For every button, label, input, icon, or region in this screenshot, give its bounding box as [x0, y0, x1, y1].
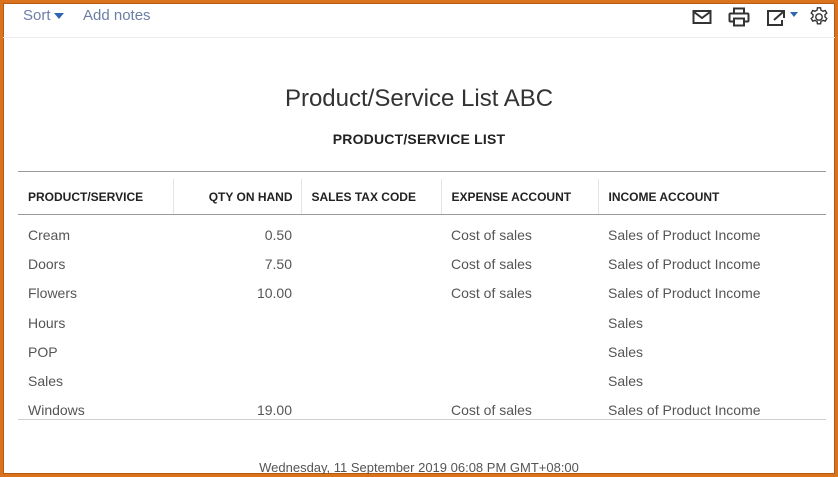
table-row: POP Sales: [18, 337, 826, 366]
expense-account-cell: Cost of sales: [451, 226, 532, 243]
window-frame: Sort Add notes Product/Service List ABC …: [0, 0, 838, 477]
column-header-sales-tax-code[interactable]: SALES TAX CODE: [301, 179, 442, 215]
product-service-table: PRODUCT/SERVICE QTY ON HAND SALES TAX CO…: [18, 179, 826, 425]
report-subtitle: PRODUCT/SERVICE LIST: [332, 131, 506, 147]
product-cell[interactable]: Doors: [18, 249, 173, 278]
expense-account-cell: [441, 308, 598, 337]
add-notes-link[interactable]: Add notes: [83, 7, 151, 24]
chevron-down-icon: [53, 13, 64, 20]
qty-cell: 7.50: [264, 255, 292, 272]
expense-account-cell: Cost of sales: [451, 402, 532, 419]
table-row: Windows 19.00 Cost of sales Sales of Pro…: [18, 396, 826, 425]
product-cell[interactable]: Flowers: [18, 279, 173, 308]
table-row: Doors 7.50 Cost of sales Sales of Produc…: [18, 249, 826, 278]
expense-account-cell: [441, 366, 598, 395]
header-divider: [18, 171, 826, 172]
tax-code-cell: [301, 308, 441, 337]
product-cell[interactable]: Windows: [18, 396, 173, 425]
income-account-cell: Sales of Product Income: [608, 255, 761, 272]
expense-account-cell: [441, 337, 598, 366]
product-cell[interactable]: Sales: [18, 366, 173, 395]
table-row: Flowers 10.00 Cost of sales Sales of Pro…: [18, 279, 826, 308]
table-bottom-divider: [18, 419, 826, 420]
tax-code-cell: [301, 249, 441, 278]
tax-code-cell: [301, 396, 441, 425]
qty-cell: [173, 308, 301, 337]
product-cell[interactable]: Hours: [18, 308, 173, 337]
income-account-cell: Sales: [608, 343, 644, 360]
export-icon[interactable]: [765, 8, 801, 33]
table-header-row: PRODUCT/SERVICE QTY ON HAND SALES TAX CO…: [18, 179, 826, 215]
column-header-expense-account[interactable]: EXPENSE ACCOUNT: [441, 179, 599, 215]
table-row: Sales Sales: [18, 366, 826, 395]
column-header-qty-on-hand[interactable]: QTY ON HAND: [173, 179, 302, 215]
report-toolbar: Sort Add notes: [3, 3, 835, 38]
qty-cell: 0.50: [264, 226, 292, 243]
table-row: Hours Sales: [18, 308, 826, 337]
qty-cell: 10.00: [256, 285, 292, 302]
expense-account-cell: Cost of sales: [451, 285, 532, 302]
mail-icon[interactable]: [692, 9, 712, 30]
income-account-cell: Sales of Product Income: [608, 285, 761, 302]
tax-code-cell: [301, 215, 441, 250]
column-header-income-account[interactable]: INCOME ACCOUNT: [598, 179, 826, 215]
report-title: Product/Service List ABC: [284, 85, 554, 112]
income-account-cell: Sales of Product Income: [608, 226, 761, 243]
tax-code-cell: [301, 366, 441, 395]
income-account-cell: Sales of Product Income: [608, 402, 761, 419]
column-header-product-service[interactable]: PRODUCT/SERVICE: [18, 179, 174, 215]
tax-code-cell: [301, 279, 441, 308]
sort-label: Sort: [23, 7, 51, 24]
income-account-cell: Sales: [608, 314, 644, 331]
expense-account-cell: Cost of sales: [451, 255, 532, 272]
gear-icon[interactable]: [808, 6, 830, 33]
qty-cell: [173, 337, 301, 366]
qty-cell: 19.00: [256, 402, 292, 419]
print-icon[interactable]: [728, 7, 750, 32]
table-row: Cream 0.50 Cost of sales Sales of Produc…: [18, 215, 826, 250]
product-cell[interactable]: Cream: [18, 215, 173, 250]
income-account-cell: Sales: [608, 373, 644, 390]
report-timestamp: Wednesday, 11 September 2019 06:08 PM GM…: [259, 460, 579, 475]
qty-cell: [173, 366, 301, 395]
product-cell[interactable]: POP: [18, 337, 173, 366]
sort-dropdown[interactable]: Sort: [23, 7, 64, 24]
tax-code-cell: [301, 337, 441, 366]
